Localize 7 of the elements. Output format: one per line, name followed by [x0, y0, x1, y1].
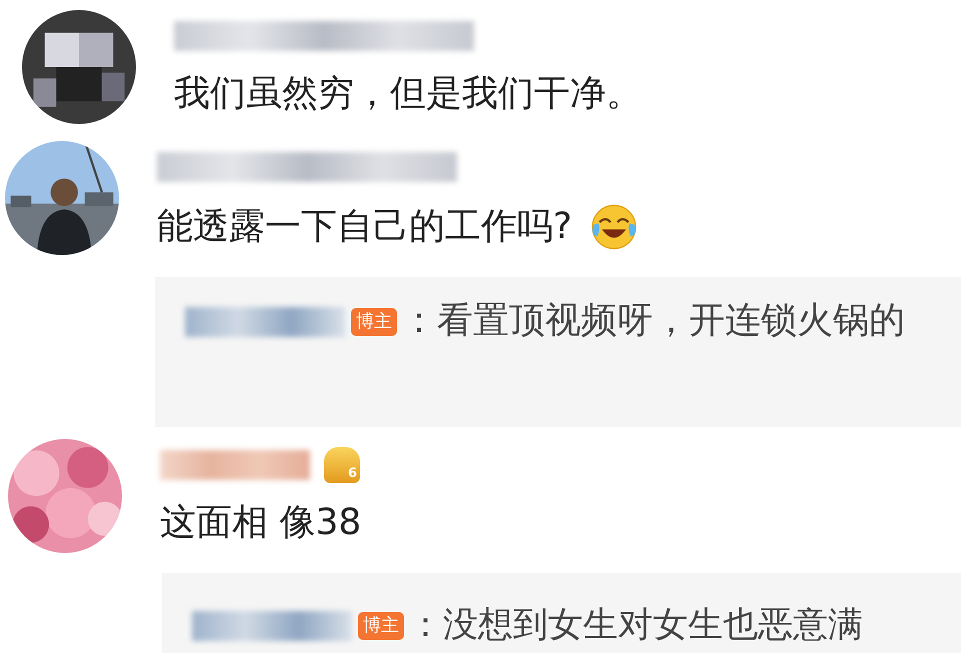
comment-text: 这面相 像38	[160, 501, 362, 545]
crown-badge: 6	[324, 447, 360, 483]
comment-text: 能透露一下自己的工作吗?	[157, 205, 572, 249]
reply-text: 博主 ：看置顶视频呀，开连锁火锅的	[185, 291, 930, 351]
laughing-face-icon	[590, 203, 638, 251]
comment-text: 我们虽然穷，但是我们干净。	[174, 72, 642, 116]
reply-text: 博主 ：没想到女生对女生也恶意满	[192, 595, 941, 653]
